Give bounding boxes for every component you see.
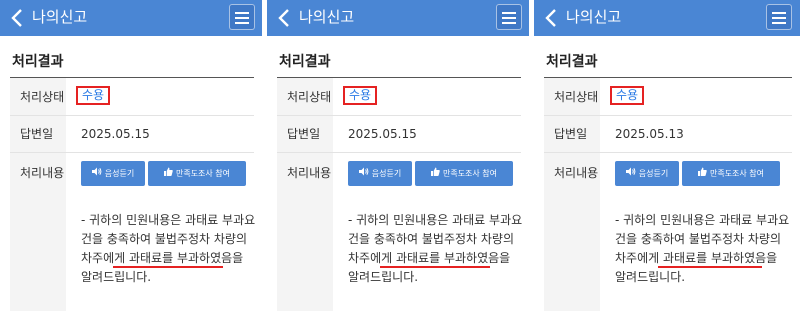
- chevron-left-icon[interactable]: [544, 8, 558, 28]
- hamburger-menu-icon[interactable]: [496, 4, 522, 30]
- content-line: 알려드립니다.: [81, 270, 152, 284]
- screen-panel-3: 나의신고 처리결과 처리상태 수용 답변일 2025.05.13 처리내용 음성…: [534, 0, 800, 311]
- highlight-underline: [380, 266, 490, 268]
- content-line: 건을 충족하여 불법주정차 차량의: [81, 232, 248, 246]
- satisfaction-survey-button[interactable]: 만족도조사 참여: [148, 161, 246, 186]
- label-column: [10, 78, 66, 311]
- speaker-icon: [91, 161, 102, 186]
- content-label: 처리내용: [287, 166, 332, 180]
- result-content: - 귀하의 민원내용은 과태료 부과요 건을 충족하여 불법주정차 차량의 차주…: [81, 211, 256, 287]
- label-column: [277, 78, 333, 311]
- satisfaction-survey-label: 만족도조사 참여: [175, 169, 231, 178]
- audio-listen-button[interactable]: 음성듣기: [81, 161, 145, 186]
- row-divider: [544, 115, 792, 116]
- screen-panel-1: 나의신고 처리결과 처리상태 수용 답변일 2025.05.15 처리내용 음성…: [0, 0, 262, 311]
- audio-listen-label: 음성듣기: [638, 169, 669, 178]
- content-line: - 귀하의 민원내용은 과태료 부과요: [81, 213, 256, 227]
- thumbs-up-icon: [163, 161, 173, 186]
- page-title: 나의신고: [299, 8, 355, 26]
- thumbs-up-icon: [430, 161, 440, 186]
- content-line: 알려드립니다.: [348, 270, 419, 284]
- status-badge: 수용: [610, 86, 645, 105]
- chevron-left-icon[interactable]: [10, 8, 24, 28]
- chevron-left-icon[interactable]: [277, 8, 291, 28]
- row-divider: [10, 115, 254, 116]
- top-app-bar: 나의신고: [0, 0, 262, 36]
- row-divider: [10, 152, 254, 153]
- content-label: 처리내용: [554, 166, 599, 180]
- audio-listen-button[interactable]: 음성듣기: [615, 161, 679, 186]
- section-title: 처리결과: [546, 54, 598, 70]
- section-title: 처리결과: [12, 54, 64, 70]
- answer-date-value: 2025.05.15: [348, 127, 417, 141]
- answer-date-value: 2025.05.13: [615, 127, 684, 141]
- page-title: 나의신고: [566, 8, 622, 26]
- audio-listen-label: 음성듣기: [371, 169, 402, 178]
- row-divider: [277, 152, 521, 153]
- answer-date-value: 2025.05.15: [81, 127, 150, 141]
- content-line: 건을 충족하여 불법주정차 차량의: [615, 232, 782, 246]
- page-title: 나의신고: [32, 8, 88, 26]
- section-title: 처리결과: [279, 54, 331, 70]
- satisfaction-survey-label: 만족도조사 참여: [709, 169, 765, 178]
- screen-panel-2: 나의신고 처리결과 처리상태 수용 답변일 2025.05.15 처리내용 음성…: [267, 0, 529, 311]
- result-content: - 귀하의 민원내용은 과태료 부과요 건을 충족하여 불법주정차 차량의 차주…: [615, 211, 790, 287]
- row-divider: [277, 115, 521, 116]
- content-line: - 귀하의 민원내용은 과태료 부과요: [348, 213, 523, 227]
- answer-date-label: 답변일: [554, 127, 588, 141]
- speaker-icon: [358, 161, 369, 186]
- answer-date-label: 답변일: [287, 127, 321, 141]
- status-label: 처리상태: [287, 90, 332, 104]
- row-divider: [544, 152, 792, 153]
- status-badge: 수용: [76, 86, 111, 105]
- satisfaction-survey-label: 만족도조사 참여: [442, 169, 498, 178]
- status-label: 처리상태: [554, 90, 599, 104]
- speaker-icon: [625, 161, 636, 186]
- top-app-bar: 나의신고: [267, 0, 529, 36]
- audio-listen-button[interactable]: 음성듣기: [348, 161, 412, 186]
- thumbs-up-icon: [697, 161, 707, 186]
- status-badge: 수용: [343, 86, 378, 105]
- content-label: 처리내용: [20, 166, 65, 180]
- hamburger-menu-icon[interactable]: [229, 4, 255, 30]
- label-column: [544, 78, 600, 311]
- content-line: 알려드립니다.: [615, 270, 686, 284]
- highlight-underline: [113, 266, 223, 268]
- content-line: - 귀하의 민원내용은 과태료 부과요: [615, 213, 790, 227]
- content-line: 건을 충족하여 불법주정차 차량의: [348, 232, 515, 246]
- highlight-underline: [658, 266, 762, 268]
- top-app-bar: 나의신고: [534, 0, 800, 36]
- audio-listen-label: 음성듣기: [104, 169, 135, 178]
- result-content: - 귀하의 민원내용은 과태료 부과요 건을 충족하여 불법주정차 차량의 차주…: [348, 211, 523, 287]
- answer-date-label: 답변일: [20, 127, 54, 141]
- status-label: 처리상태: [20, 90, 65, 104]
- hamburger-menu-icon[interactable]: [766, 4, 792, 30]
- satisfaction-survey-button[interactable]: 만족도조사 참여: [415, 161, 513, 186]
- satisfaction-survey-button[interactable]: 만족도조사 참여: [682, 161, 780, 186]
